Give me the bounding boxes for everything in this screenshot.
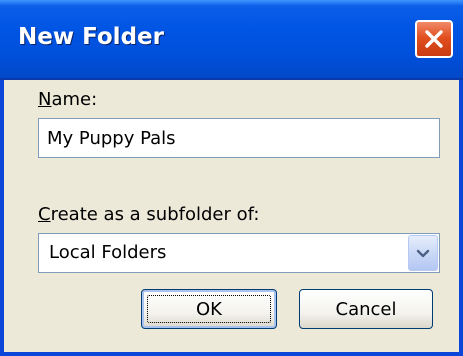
subfolder-label-accelerator: C (38, 204, 51, 225)
close-icon (424, 29, 444, 49)
chevron-down-icon (416, 244, 430, 263)
cancel-button[interactable]: Cancel (299, 289, 433, 329)
parent-folder-select[interactable]: Local Folders (38, 233, 440, 273)
ok-button[interactable]: OK (141, 289, 277, 329)
close-button[interactable] (415, 20, 453, 58)
subfolder-label: Create as a subfolder of: (38, 204, 259, 225)
name-label-text: ame: (51, 89, 98, 110)
folder-name-input[interactable] (38, 118, 440, 158)
parent-folder-value: Local Folders (49, 242, 167, 263)
focus-rectangle (147, 295, 271, 323)
title-bar[interactable]: New Folder (0, 0, 463, 80)
dialog-title: New Folder (18, 24, 164, 50)
name-label-accelerator: N (38, 89, 52, 110)
new-folder-dialog: New Folder Name: Create as a subfolder o… (0, 0, 463, 356)
subfolder-label-text: reate as a subfolder of: (50, 204, 260, 225)
cancel-button-label: Cancel (335, 298, 397, 320)
dropdown-button[interactable] (408, 235, 438, 271)
name-label: Name: (38, 89, 97, 110)
